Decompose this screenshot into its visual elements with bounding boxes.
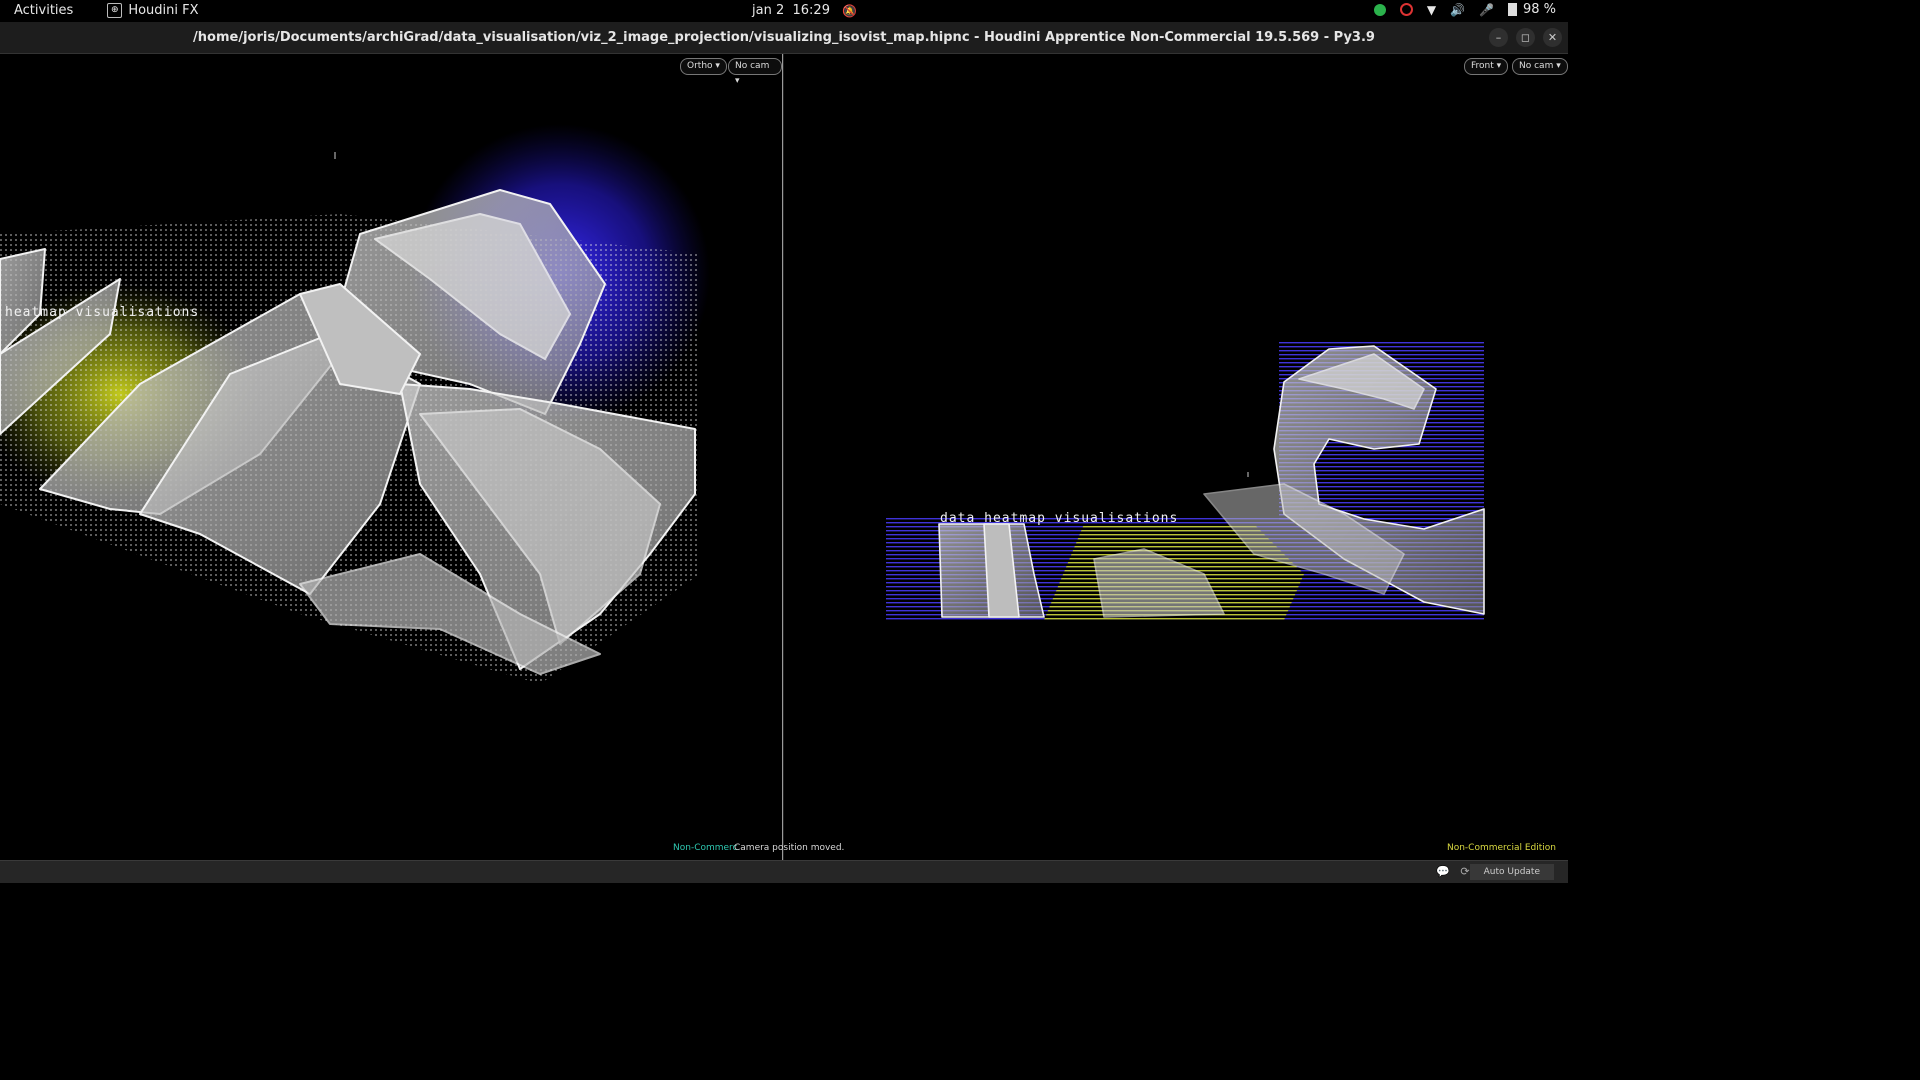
- camera-menu-right[interactable]: No cam ▾: [1512, 58, 1568, 75]
- battery-icon: [1507, 3, 1517, 16]
- viewport-status-message: Camera position moved.: [734, 843, 845, 853]
- chat-icon[interactable]: 💬: [1436, 865, 1450, 879]
- window-title: /home/joris/Documents/archiGrad/data_vis…: [193, 30, 1375, 45]
- chrome-icon[interactable]: [1399, 3, 1413, 16]
- chevron-down-icon: ▾: [1556, 61, 1561, 71]
- activities-button[interactable]: Activities: [14, 3, 73, 18]
- notifications-muted-icon: 🔕: [841, 3, 857, 18]
- clock[interactable]: jan 2 16:29 🔕: [752, 3, 857, 18]
- viewport-left[interactable]: Ortho ▾ No cam ▾ heatmap visualisations: [0, 54, 782, 860]
- volume-icon[interactable]: 🔊: [1450, 3, 1465, 17]
- clock-time: 16:29: [792, 3, 830, 18]
- geometry-label-left: heatmap visualisations: [5, 305, 200, 320]
- window-title-bar[interactable]: /home/joris/Documents/archiGrad/data_vis…: [0, 22, 1568, 54]
- scene-render-left: [0, 124, 710, 684]
- projection-menu-label: Front: [1471, 61, 1494, 71]
- status-bar: 💬 ⟳ Auto Update: [0, 860, 1568, 883]
- projection-menu-label: Ortho: [687, 61, 713, 71]
- system-top-bar: Activities ⊕ Houdini FX jan 2 16:29 🔕 ▼ …: [0, 0, 1568, 22]
- battery-percent: 98 %: [1522, 2, 1556, 17]
- clock-date: jan 2: [752, 3, 785, 18]
- geometry-label-right: data heatmap visualisations: [940, 511, 1179, 526]
- camera-menu-label: No cam: [1519, 61, 1554, 71]
- auto-update-button[interactable]: Auto Update: [1469, 864, 1554, 880]
- viewport-right[interactable]: Front ▾ No cam ▾ data heatmap visualisat…: [784, 54, 1568, 860]
- chevron-down-icon: ▾: [1496, 61, 1502, 71]
- camera-menu-left[interactable]: No cam ▾: [728, 58, 782, 86]
- wifi-icon[interactable]: ▼: [1427, 3, 1436, 17]
- projection-menu-right[interactable]: Front ▾: [1464, 58, 1509, 75]
- camera-menu-label: No cam: [735, 61, 770, 71]
- app-menu[interactable]: ⊕ Houdini FX: [107, 3, 199, 18]
- scene-render-right: [886, 342, 1485, 622]
- app-name: Houdini FX: [128, 3, 199, 18]
- projection-menu-left[interactable]: Ortho ▾: [680, 58, 727, 75]
- microphone-icon[interactable]: 🎤: [1479, 3, 1494, 17]
- non-commercial-badge-right: Non-Commercial Edition: [1446, 843, 1556, 853]
- houdini-icon: ⊕: [107, 3, 123, 18]
- auto-update-label: Auto Update: [1483, 867, 1540, 877]
- battery-status[interactable]: 98 %: [1507, 2, 1556, 17]
- chevron-down-icon: ▾: [735, 76, 740, 86]
- close-button[interactable]: ✕: [1543, 28, 1562, 47]
- maximize-button[interactable]: ◻: [1516, 28, 1535, 47]
- non-commercial-badge-left: Non-Commerc: [673, 843, 738, 853]
- minimize-button[interactable]: –: [1489, 28, 1508, 47]
- whatsapp-icon[interactable]: [1373, 3, 1386, 16]
- chevron-down-icon: ▾: [715, 61, 720, 71]
